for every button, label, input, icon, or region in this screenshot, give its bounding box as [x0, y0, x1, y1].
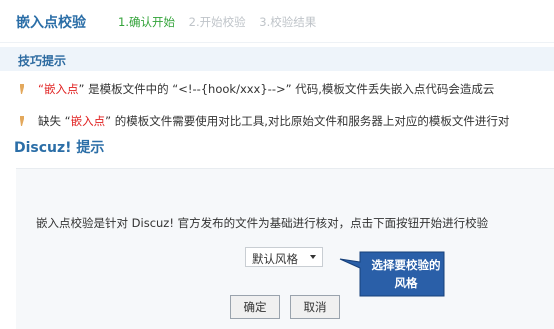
- highlight-embed-point: 嵌入点: [70, 114, 106, 128]
- tips-section: 技巧提示 “嵌入点” 是模板文件中的 “<!--{hook/xxx}-->” 代…: [0, 43, 554, 136]
- style-select-value: 默认风格: [252, 252, 298, 266]
- cancel-button[interactable]: 取消: [290, 295, 340, 319]
- tip-text-2-rest: ” 的模板文件需要使用对比工具,对比原始文件和服务器上对应的模板文件进行对: [105, 114, 510, 128]
- tips-header: 技巧提示: [0, 47, 554, 71]
- tip-text-1-rest: ” 是模板文件中的 “<!--{hook/xxx}-->” 代码,模板文件丢失嵌…: [78, 82, 495, 96]
- step-indicator: 1.确认开始 2.开始校验 3.校验结果: [118, 14, 326, 30]
- dropdown-arrow-icon: [310, 255, 316, 259]
- callout-tooltip: 选择要校验的风格: [338, 250, 448, 298]
- bullet-icon: [18, 115, 26, 127]
- check-panel: 嵌入点校验是针对 Discuz! 官方发布的文件为基础进行核对，点击下面按钮开始…: [16, 168, 554, 329]
- highlight-embed-point: 嵌入点: [43, 82, 79, 96]
- step-check-result: 3.校验结果: [259, 15, 317, 29]
- bullet-icon: [18, 83, 26, 95]
- confirm-button[interactable]: 确定: [230, 295, 280, 319]
- tip-line-1: “嵌入点” 是模板文件中的 “<!--{hook/xxx}-->” 代码,模板文…: [0, 77, 554, 99]
- callout-text: 选择要校验的风格: [371, 258, 441, 290]
- style-select[interactable]: 默认风格: [245, 247, 323, 267]
- header-bar: 嵌入点校验 1.确认开始 2.开始校验 3.校验结果: [0, 0, 554, 43]
- tip-text-1: “嵌入点” 是模板文件中的 “<!--{hook/xxx}-->” 代码,模板文…: [38, 81, 494, 97]
- discuz-title: Discuz! 提示: [14, 140, 105, 156]
- tip-text-2: 缺失 “嵌入点” 的模板文件需要使用对比工具,对比原始文件和服务器上对应的模板文…: [38, 113, 509, 129]
- page-title: 嵌入点校验: [16, 15, 86, 31]
- tip-line-2: 缺失 “嵌入点” 的模板文件需要使用对比工具,对比原始文件和服务器上对应的模板文…: [0, 109, 554, 131]
- description-text: 嵌入点校验是针对 Discuz! 官方发布的文件为基础进行核对，点击下面按钮开始…: [36, 216, 489, 230]
- step-start-check: 2.开始校验: [188, 15, 246, 29]
- tips-title: 技巧提示: [18, 54, 67, 68]
- step-confirm-start: 1.确认开始: [118, 15, 175, 29]
- tip-text-2-prefix: 缺失 “: [38, 114, 71, 128]
